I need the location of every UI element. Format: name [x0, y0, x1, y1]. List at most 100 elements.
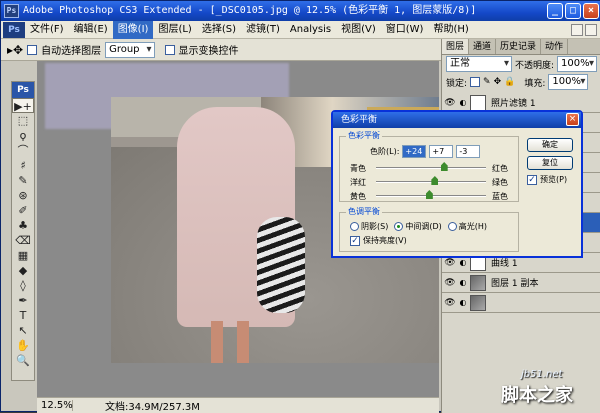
tool-13-icon[interactable]: ✒: [12, 293, 34, 308]
layer-row[interactable]: 👁◐: [442, 293, 600, 313]
window-title: Adobe Photoshop CS3 Extended - [_DSC0105…: [23, 5, 477, 16]
tool-12-icon[interactable]: ◊: [12, 278, 34, 293]
minimize-button[interactable]: _: [547, 3, 563, 19]
layer-thumbnail: [470, 94, 486, 111]
dialog-title-bar: 色彩平衡 ×: [333, 112, 581, 128]
watermark-name: 脚本之家: [501, 385, 573, 406]
preview-checkbox[interactable]: [527, 174, 537, 185]
blend-mode-dropdown[interactable]: 正常: [446, 56, 512, 72]
menu-image[interactable]: 图像(I): [112, 20, 154, 39]
tool-17-icon[interactable]: 🔍: [12, 353, 34, 368]
slider-track[interactable]: [376, 162, 486, 171]
tone-option[interactable]: 中间调(D): [394, 221, 442, 232]
menu-layer[interactable]: 图层(L): [153, 21, 196, 39]
tool-16-icon[interactable]: ✋: [12, 338, 34, 353]
maximize-button[interactable]: □: [565, 3, 581, 19]
photo-leg-right: [237, 321, 249, 363]
dialog-close-button[interactable]: ×: [566, 113, 579, 126]
slider-right-label: 蓝色: [492, 191, 508, 201]
level-yellow-blue-input[interactable]: -3: [456, 145, 481, 158]
tone-option[interactable]: 高光(H): [447, 221, 487, 232]
tone-radio[interactable]: [394, 222, 404, 231]
tool-14-icon[interactable]: T: [12, 308, 34, 323]
tone-radio[interactable]: [447, 222, 457, 231]
slider-track[interactable]: [376, 176, 486, 185]
tab-history[interactable]: 历史记录: [496, 39, 542, 54]
tool-11-icon[interactable]: ◆: [12, 263, 34, 278]
menu-view[interactable]: 视图(V): [336, 21, 381, 39]
lock-label: 锁定:: [446, 78, 468, 89]
level-magenta-green-input[interactable]: +7: [429, 145, 454, 158]
lock-brush-icon[interactable]: ✎: [483, 77, 491, 87]
layer-row[interactable]: 👁 ◐ 图层 1 副本: [442, 273, 600, 293]
zoom-level[interactable]: 12.5%: [37, 400, 73, 411]
tone-radio[interactable]: [350, 222, 359, 231]
slider-right-label: 绿色: [492, 177, 508, 187]
fill-input[interactable]: 100%: [548, 74, 589, 90]
eye-icon[interactable]: 👁: [442, 298, 458, 308]
tool-8-icon[interactable]: ♣: [12, 218, 34, 233]
tool-3-icon[interactable]: ⌒: [12, 143, 34, 158]
tone-balance-group-label: 色调平衡: [346, 206, 382, 217]
tone-label: 阴影(S): [361, 222, 389, 231]
slider-thumb[interactable]: [425, 190, 433, 199]
tool-6-icon[interactable]: ⊛: [12, 188, 34, 203]
auto-select-checkbox[interactable]: [27, 44, 38, 55]
workspace-buttons: [571, 23, 597, 36]
auto-select-dropdown[interactable]: Group: [105, 41, 155, 58]
slider-thumb[interactable]: [431, 176, 439, 185]
photo-leg-left: [211, 321, 223, 363]
tool-15-icon[interactable]: ↖: [12, 323, 34, 338]
preserve-luminosity-checkbox[interactable]: [350, 235, 360, 246]
tool-4-icon[interactable]: ♯: [12, 158, 34, 173]
levels-label: 色阶(L):: [370, 147, 400, 156]
lock-transparency-icon[interactable]: [470, 77, 481, 87]
ok-button[interactable]: 确定: [527, 138, 573, 152]
menu-file[interactable]: 文件(F): [25, 21, 69, 39]
menu-edit[interactable]: 编辑(E): [69, 21, 113, 39]
reset-button[interactable]: 复位: [527, 156, 573, 170]
menu-analysis[interactable]: Analysis: [285, 21, 336, 39]
tool-0-icon[interactable]: ▶+: [12, 98, 34, 113]
eye-icon[interactable]: 👁: [442, 278, 458, 288]
toolbox-ps-badge: Ps: [12, 82, 34, 98]
tool-1-icon[interactable]: ⬚: [12, 113, 34, 128]
watermark-site: jb51.net: [521, 369, 563, 380]
tab-actions[interactable]: 动作: [541, 39, 569, 54]
tool-10-icon[interactable]: ▦: [12, 248, 34, 263]
eye-icon[interactable]: 👁: [442, 258, 458, 268]
tool-9-icon[interactable]: ⌫: [12, 233, 34, 248]
level-cyan-red-input[interactable]: +24: [402, 145, 427, 158]
lock-move-icon[interactable]: ✥: [494, 77, 502, 87]
menu-filter[interactable]: 滤镜(T): [241, 21, 285, 39]
menu-help[interactable]: 帮助(H): [428, 21, 473, 39]
tone-option[interactable]: 阴影(S): [350, 221, 388, 232]
tab-layers[interactable]: 图层: [442, 39, 470, 54]
status-bar: 12.5% 文档:34.9M/257.3M: [37, 397, 439, 413]
color-balance-group-label: 色彩平衡: [346, 130, 382, 141]
layer-mode-icon: ◐: [459, 298, 467, 307]
menu-select[interactable]: 选择(S): [197, 21, 241, 39]
opacity-input[interactable]: 100%: [557, 56, 598, 72]
lock-all-icon[interactable]: 🔒: [504, 77, 515, 87]
color-slider-row: 青色 红色: [350, 161, 520, 175]
color-slider-row: 洋红 绿色: [350, 175, 520, 189]
move-tool-icon[interactable]: ▸✥: [7, 43, 23, 57]
preserve-luminosity-label: 保持亮度(V): [363, 236, 407, 245]
slider-track[interactable]: [376, 190, 486, 199]
slider-thumb[interactable]: [440, 162, 448, 171]
eye-icon[interactable]: 👁: [442, 98, 458, 108]
close-button[interactable]: ×: [583, 3, 599, 19]
tool-7-icon[interactable]: ✐: [12, 203, 34, 218]
show-transform-checkbox[interactable]: [164, 44, 175, 55]
menu-window[interactable]: 窗口(W): [381, 21, 429, 39]
tool-2-icon[interactable]: ϙ: [12, 128, 34, 143]
workspace-button-2[interactable]: [585, 23, 597, 36]
photoshop-window: Ps Adobe Photoshop CS3 Extended - [_DSC0…: [0, 0, 600, 413]
show-transform-label: 显示变换控件: [178, 46, 239, 57]
tone-balance-group: 色调平衡 阴影(S) 中间调(D) 高光(H) 保持亮度(V): [339, 206, 519, 252]
tone-label: 中间调(D): [405, 222, 442, 231]
tool-5-icon[interactable]: ✎: [12, 173, 34, 188]
workspace-button-1[interactable]: [571, 23, 583, 36]
tab-channels[interactable]: 通道: [469, 39, 497, 54]
